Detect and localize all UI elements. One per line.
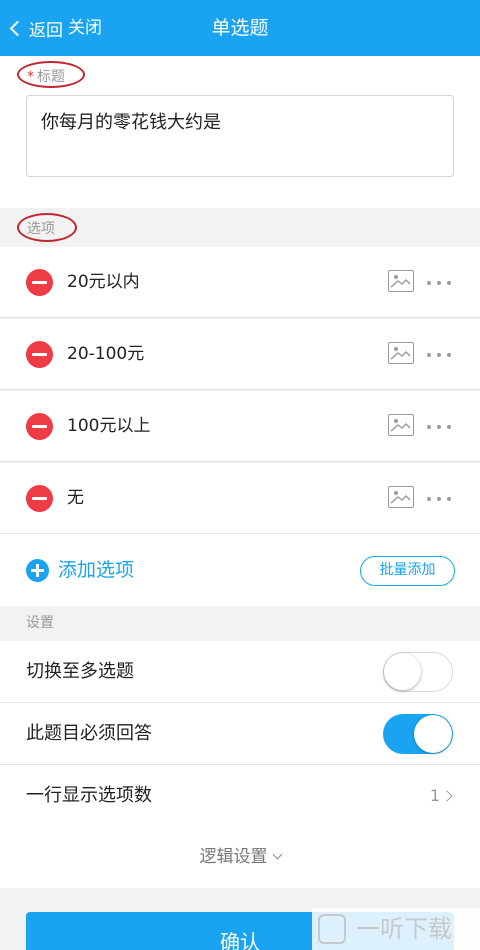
watermark-text: 一听下载	[356, 915, 452, 943]
option-text[interactable]: 100元以上	[67, 413, 150, 440]
per-row-label: 一行显示选项数	[26, 785, 152, 806]
image-icon[interactable]	[388, 342, 414, 364]
chevron-down-icon	[272, 849, 282, 860]
required-row: 此题目必须回答	[0, 703, 480, 765]
option-text[interactable]: 20元以内	[67, 269, 140, 296]
per-row-value: 1	[429, 786, 440, 805]
remove-option-icon[interactable]	[26, 269, 53, 296]
page-title: 单选题	[211, 17, 269, 39]
switch-multi-row: 切换至多选题	[0, 641, 480, 703]
add-option-row: 添加选项 批量添加	[0, 534, 480, 606]
image-icon[interactable]	[388, 270, 414, 292]
add-icon[interactable]	[26, 559, 49, 582]
switch-multi-label: 切换至多选题	[26, 661, 134, 682]
annotation-circle-options	[17, 213, 77, 242]
option-row: 20元以内	[0, 247, 480, 318]
more-icon[interactable]	[427, 497, 451, 501]
image-icon[interactable]	[388, 414, 414, 436]
batch-add-button[interactable]: 批量添加	[360, 556, 455, 586]
remove-option-icon[interactable]	[26, 485, 53, 512]
more-icon[interactable]	[427, 281, 451, 285]
image-icon[interactable]	[388, 486, 414, 508]
annotation-circle-title	[17, 61, 85, 88]
watermark-logo-icon	[318, 914, 346, 944]
option-text[interactable]: 无	[67, 485, 84, 512]
option-row: 无	[0, 463, 480, 534]
option-row: 100元以上	[0, 391, 480, 462]
logic-settings-row[interactable]: 逻辑设置	[0, 826, 480, 888]
required-toggle[interactable]	[383, 714, 453, 754]
add-option-button[interactable]: 添加选项	[58, 556, 134, 584]
navigation-bar: 返回 关闭 单选题	[0, 0, 480, 56]
more-icon[interactable]	[427, 353, 451, 357]
question-title-input[interactable]: 你每月的零花钱大约是	[26, 95, 454, 177]
chevron-right-icon	[441, 790, 453, 802]
watermark: 一听下载	[312, 908, 480, 950]
option-row: 20-100元	[0, 319, 480, 390]
settings-label: 设置	[26, 615, 54, 631]
switch-multi-toggle[interactable]	[383, 652, 453, 692]
per-row-row[interactable]: 一行显示选项数 1	[0, 765, 480, 827]
option-text[interactable]: 20-100元	[67, 341, 144, 368]
more-icon[interactable]	[427, 425, 451, 429]
remove-option-icon[interactable]	[26, 413, 53, 440]
remove-option-icon[interactable]	[26, 341, 53, 368]
required-label: 此题目必须回答	[26, 723, 152, 744]
logic-settings-label: 逻辑设置	[199, 847, 268, 867]
toggle-knob	[414, 715, 452, 753]
toggle-knob	[384, 653, 421, 690]
